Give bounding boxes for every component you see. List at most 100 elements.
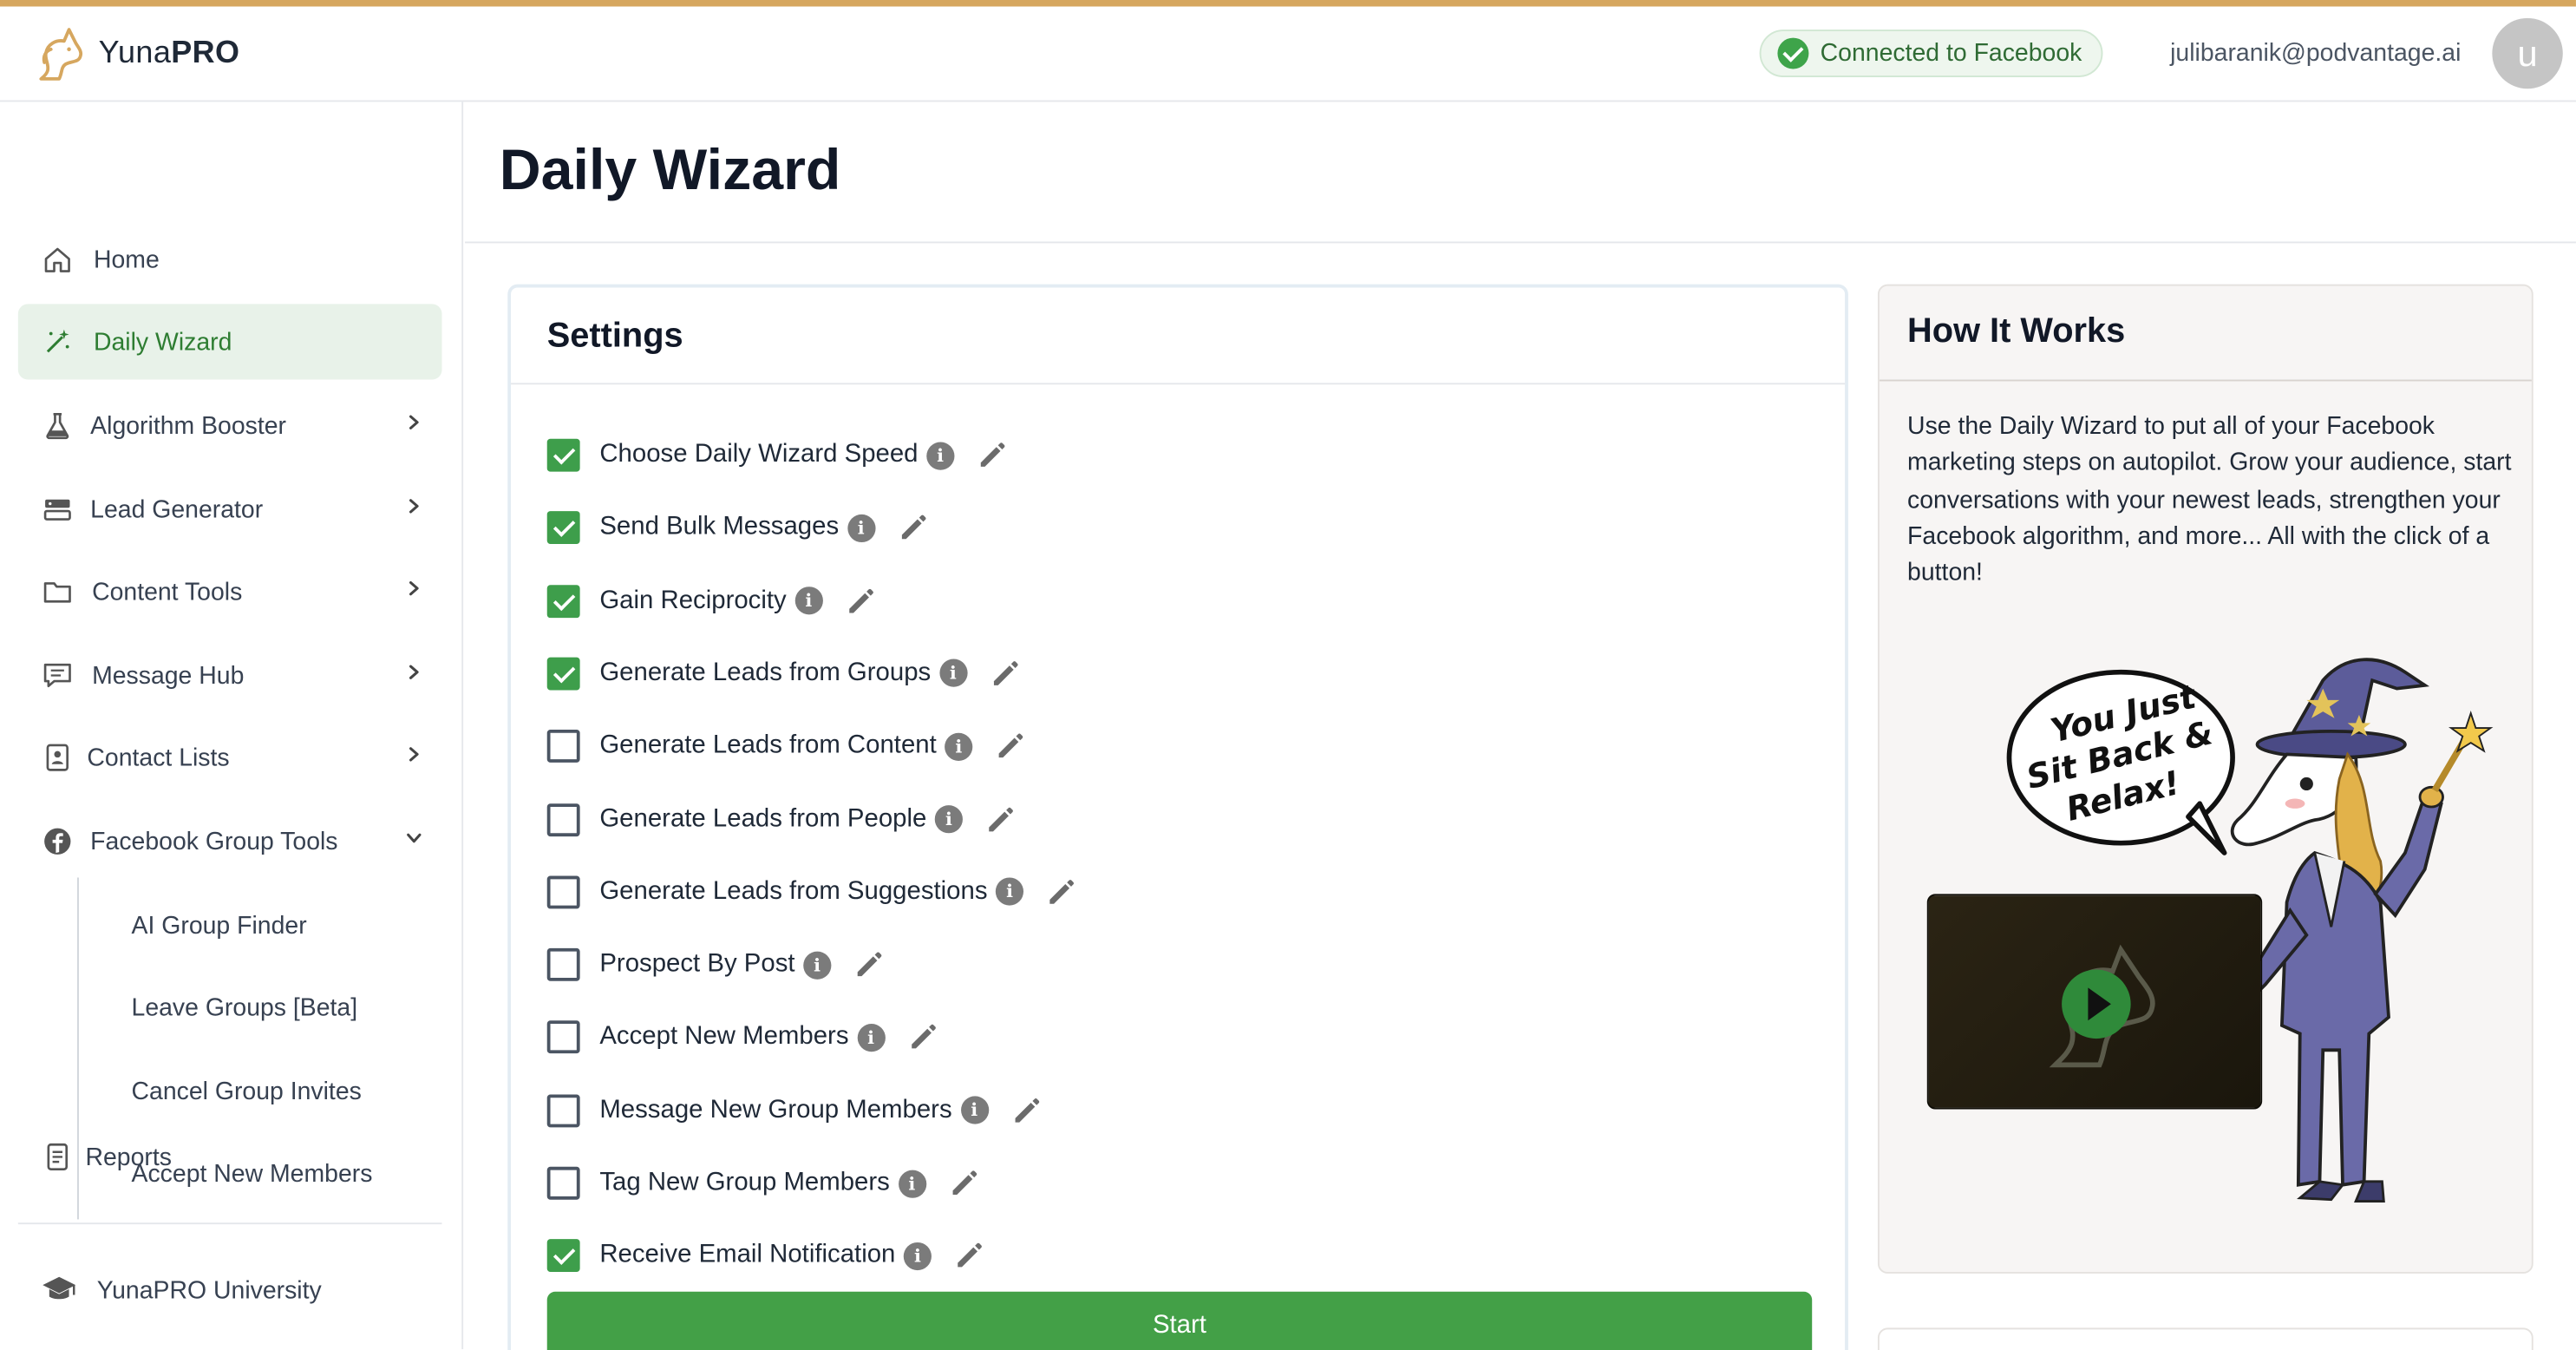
facebook-icon	[44, 828, 71, 855]
sidebar-item-label: Content Tools	[92, 577, 243, 606]
setting-row-accept-new-members: Accept New Members i	[546, 1019, 939, 1056]
facebook-connection-badge[interactable]: Connected to Facebook	[1759, 29, 2103, 78]
sidebar-item-contact-lists[interactable]: Contact Lists	[18, 720, 442, 796]
pencil-icon[interactable]	[906, 1021, 939, 1054]
pencil-icon[interactable]	[896, 512, 929, 545]
checkbox-generate-leads-from-content[interactable]	[546, 730, 580, 763]
check-circle-icon	[1777, 37, 1809, 69]
graduation-cap-icon	[42, 1276, 76, 1300]
info-icon[interactable]: i	[938, 659, 967, 688]
sidebar-item-daily-wizard[interactable]: Daily Wizard	[17, 304, 442, 380]
how-it-works-text: Use the Daily Wizard to put all of your …	[1907, 412, 2512, 587]
setting-row-receive-email-notification: Receive Email Notification i	[546, 1238, 986, 1275]
pencil-icon[interactable]	[989, 657, 1022, 690]
sidebar-item-label: Reports	[85, 1143, 172, 1171]
setting-row-generate-leads-from-suggestions: Generate Leads from Suggestions i	[546, 874, 1078, 910]
info-icon[interactable]: i	[934, 805, 964, 834]
start-button[interactable]: Start	[546, 1291, 1813, 1350]
contacts-icon	[46, 744, 69, 771]
setting-row-send-bulk-messages: Send Bulk Messages i	[546, 510, 930, 547]
play-button[interactable]	[2062, 969, 2131, 1039]
sidebar-item-lead-generator[interactable]: Lead Generator	[18, 472, 442, 547]
info-icon[interactable]: i	[925, 441, 955, 469]
checkbox-prospect-by-post[interactable]	[546, 948, 580, 981]
pencil-icon[interactable]	[853, 948, 886, 981]
home-icon	[44, 247, 70, 272]
sidebar-item-label: Contact Lists	[87, 744, 230, 772]
how-it-works-video[interactable]	[1926, 894, 2263, 1110]
checkbox-generate-leads-from-suggestions[interactable]	[546, 875, 580, 909]
secondary-card	[1877, 1327, 2534, 1350]
sidebar-item-home[interactable]: Home	[18, 222, 442, 298]
chevron-right-icon	[409, 747, 419, 762]
pencil-icon[interactable]	[1045, 875, 1078, 908]
setting-label: Receive Email Notification	[599, 1241, 896, 1269]
report-icon	[47, 1143, 69, 1170]
chevron-right-icon	[409, 580, 419, 596]
chevron-right-icon	[409, 665, 419, 679]
info-icon[interactable]: i	[856, 1023, 886, 1052]
sidebar-subitem-leave-groups[interactable]: Leave Groups [Beta]	[132, 994, 358, 1022]
flask-icon	[46, 412, 69, 440]
page-title: Daily Wizard	[499, 138, 841, 202]
chevron-right-icon	[409, 415, 419, 429]
setting-label: Choose Daily Wizard Speed	[599, 440, 919, 469]
sidebar-item-label: Message Hub	[92, 661, 245, 690]
info-icon[interactable]: i	[903, 1242, 932, 1270]
checkbox-send-bulk-messages[interactable]	[546, 511, 580, 545]
pencil-icon[interactable]	[947, 1167, 980, 1200]
pencil-icon[interactable]	[1010, 1094, 1043, 1127]
checkbox-choose-daily-wizard-speed[interactable]	[546, 438, 580, 472]
info-icon[interactable]: i	[803, 950, 832, 980]
chevron-down-icon	[407, 833, 422, 843]
checkbox-message-new-group-members[interactable]	[546, 1093, 580, 1127]
sidebar-divider	[17, 1222, 442, 1225]
sidebar-item-content-tools[interactable]: Content Tools	[18, 554, 442, 629]
setting-row-generate-leads-from-content: Generate Leads from Content i	[546, 728, 1027, 764]
pencil-icon[interactable]	[844, 585, 877, 618]
setting-label: Message New Group Members	[599, 1095, 952, 1124]
checkbox-gain-reciprocity[interactable]	[546, 584, 580, 618]
sidebar-subitem-cancel-group-invites[interactable]: Cancel Group Invites	[132, 1078, 362, 1106]
setting-row-generate-leads-from-groups: Generate Leads from Groups i	[546, 656, 1022, 692]
settings-divider	[511, 383, 1846, 385]
checkbox-accept-new-members[interactable]	[546, 1020, 580, 1054]
sidebar-item-algorithm-booster[interactable]: Algorithm Booster	[18, 388, 442, 463]
checkbox-generate-leads-from-groups[interactable]	[546, 657, 580, 691]
sidebar: Home Daily Wizard Algorithm Booster Lead Ge…	[0, 102, 464, 1350]
info-icon[interactable]: i	[847, 514, 875, 542]
pencil-icon[interactable]	[976, 439, 1009, 472]
how-it-works-divider	[1879, 379, 2532, 382]
info-icon[interactable]: i	[960, 1096, 989, 1124]
sidebar-item-reports[interactable]: Reports	[18, 1119, 442, 1195]
sidebar-item-label: Lead Generator	[90, 495, 264, 524]
pencil-icon[interactable]	[984, 803, 1017, 836]
setting-label: Generate Leads from People	[599, 804, 927, 833]
info-icon[interactable]: i	[794, 587, 823, 615]
setting-row-tag-new-group-members: Tag New Group Members i	[546, 1165, 980, 1202]
sidebar-item-label: Algorithm Booster	[90, 411, 286, 440]
sidebar-item-facebook-group-tools[interactable]: Facebook Group Tools	[18, 803, 442, 879]
info-icon[interactable]: i	[996, 878, 1024, 907]
top-accent-bar	[0, 0, 2576, 7]
settings-title: Settings	[546, 317, 683, 356]
info-icon[interactable]: i	[898, 1169, 926, 1197]
sidebar-subitem-ai-group-finder[interactable]: AI Group Finder	[132, 912, 307, 940]
avatar[interactable]: u	[2492, 17, 2563, 89]
chevron-right-icon	[409, 499, 419, 514]
how-it-works-card: How It Works Use the Daily Wizard to put…	[1877, 284, 2534, 1274]
pencil-icon[interactable]	[994, 730, 1027, 763]
brand-logo[interactable]: YunaPRO	[36, 26, 240, 82]
sidebar-item-yunapro-university[interactable]: YunaPRO University	[18, 1252, 442, 1327]
setting-label: Gain Reciprocity	[599, 586, 787, 614]
setting-row-gain-reciprocity: Gain Reciprocity i	[546, 583, 877, 619]
checkbox-generate-leads-from-people[interactable]	[546, 803, 580, 836]
user-email: julibaranik@podvantage.ai	[2170, 39, 2462, 68]
checkbox-receive-email-notification[interactable]	[546, 1239, 580, 1273]
info-icon[interactable]: i	[945, 732, 973, 761]
title-divider	[465, 241, 2576, 244]
sidebar-item-message-hub[interactable]: Message Hub	[18, 638, 442, 713]
setting-label: Accept New Members	[599, 1022, 849, 1052]
checkbox-tag-new-group-members[interactable]	[546, 1166, 580, 1200]
pencil-icon[interactable]	[953, 1240, 986, 1273]
